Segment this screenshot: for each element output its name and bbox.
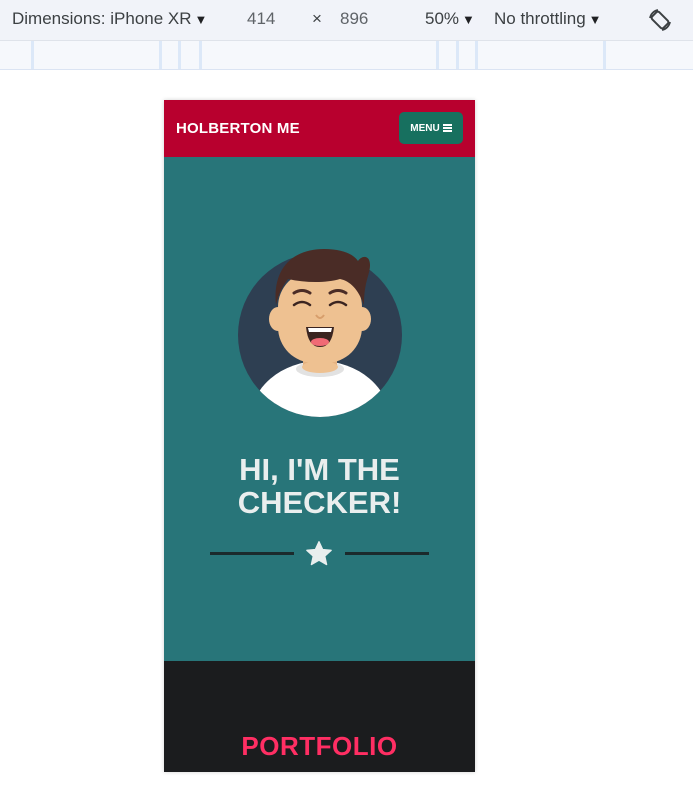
dimensions-dropdown[interactable]: Dimensions: iPhone XR ▼: [12, 9, 207, 29]
throttling-dropdown[interactable]: No throttling ▼: [494, 9, 602, 29]
menu-label: MENU: [410, 122, 440, 134]
zoom-dropdown[interactable]: 50% ▼: [425, 9, 475, 29]
triangle-down-icon: ▼: [588, 12, 602, 27]
hero-headline-line1: HI, I'M THE: [239, 452, 400, 487]
portfolio-section: PORTFOLIO: [164, 661, 475, 772]
divider-line-right: [345, 552, 429, 555]
hero-section: HI, I'M THE CHECKER!: [164, 157, 475, 661]
hero-headline: HI, I'M THE CHECKER!: [164, 453, 475, 519]
portfolio-title: PORTFOLIO: [241, 731, 398, 761]
throttling-label: No throttling: [494, 9, 586, 28]
menu-button[interactable]: MENU: [399, 112, 463, 144]
device-toolbar: Dimensions: iPhone XR ▼ 414 × 896 50% ▼ No…: [0, 0, 693, 41]
dimensions-label: Dimensions: iPhone XR: [12, 9, 192, 28]
media-query-ruler: [0, 41, 693, 70]
zoom-label: 50%: [425, 9, 460, 28]
triangle-down-icon: ▼: [194, 12, 208, 27]
star-icon: [306, 541, 332, 566]
star-divider: [210, 537, 429, 567]
width-input[interactable]: 414: [247, 9, 275, 29]
brand-logo[interactable]: HOLBERTON ME: [176, 120, 300, 137]
bars-icon: [442, 124, 452, 132]
dimension-separator: ×: [312, 9, 322, 28]
divider-line-left: [210, 552, 294, 555]
hero-headline-line2: CHECKER!: [237, 485, 402, 520]
avatar: [238, 249, 402, 417]
triangle-down-icon: ▼: [462, 12, 475, 27]
device-viewport: HOLBERTON ME MENU HI, I'M THE CHECKER! P…: [164, 100, 475, 772]
navbar: HOLBERTON ME MENU: [164, 100, 475, 157]
rotate-icon[interactable]: [646, 6, 674, 34]
height-input[interactable]: 896: [340, 9, 368, 29]
